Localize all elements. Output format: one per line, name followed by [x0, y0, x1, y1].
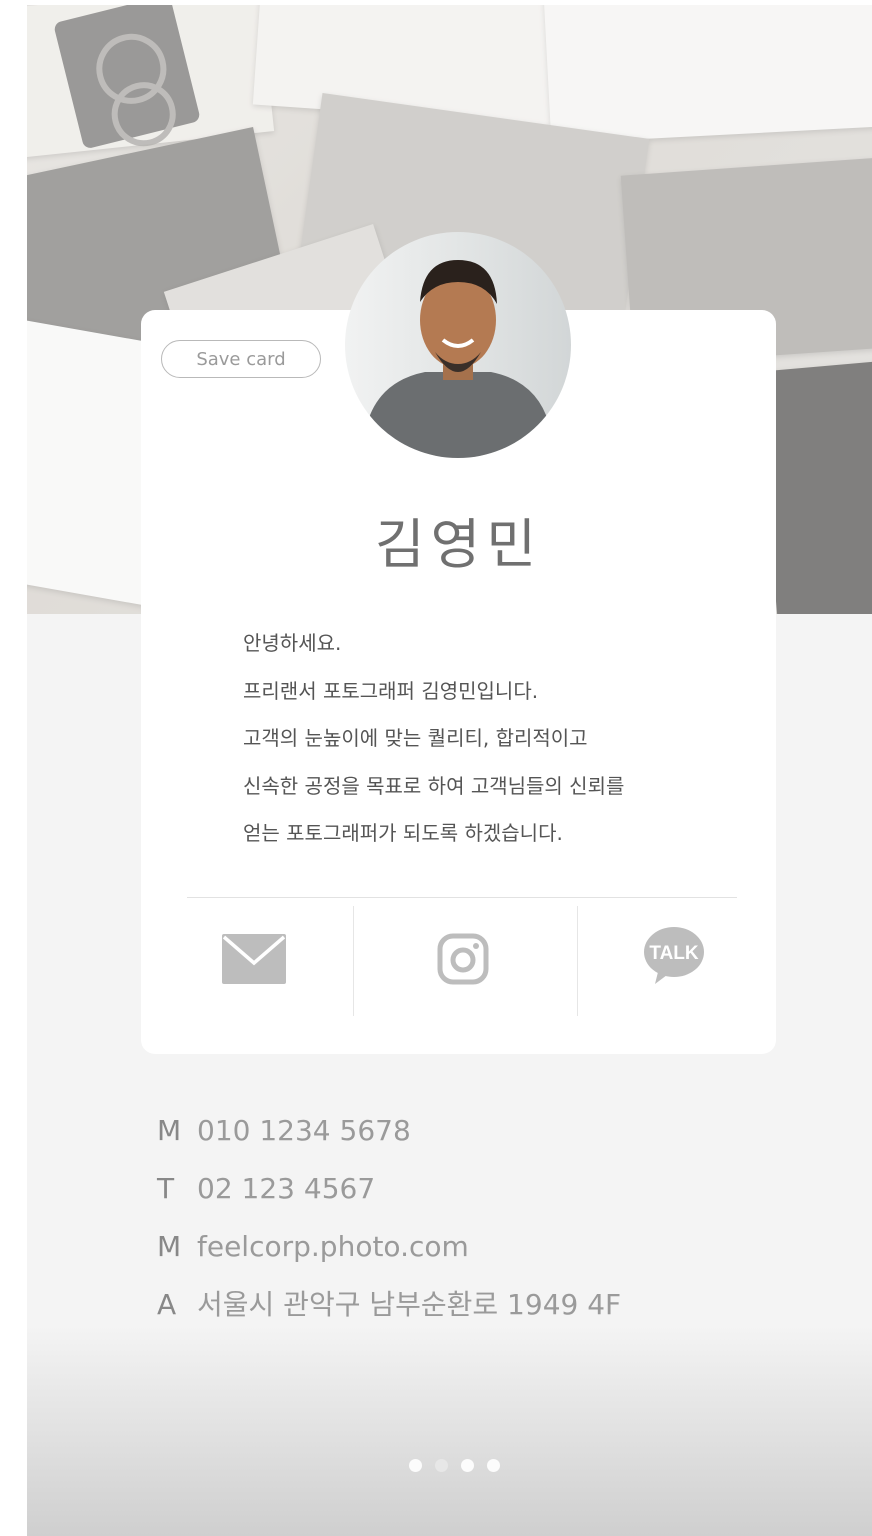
bio-line: 신속한 공정을 목표로 하여 고객님들의 신뢰를 — [243, 773, 625, 798]
save-card-button[interactable]: Save card — [161, 340, 321, 378]
instagram-icon — [437, 933, 489, 985]
profile-card: Save card 김영민 안녕하세요. 프리랜서 포토그래퍼 김영민입니다. … — [141, 232, 776, 1054]
contact-value: 서울시 관악구 남부순환로 1949 4F — [197, 1288, 622, 1321]
page-dot-active[interactable] — [435, 1459, 448, 1472]
action-divider — [577, 906, 578, 1016]
contact-value: 010 1234 5678 — [197, 1114, 411, 1147]
contact-telephone[interactable]: T 02 123 4567 — [157, 1169, 621, 1227]
bio-line: 안녕하세요. — [243, 631, 342, 655]
bio-line: 프리랜서 포토그래퍼 김영민입니다. — [243, 678, 539, 703]
kakaotalk-icon: TALK — [644, 927, 704, 984]
bio-line: 얻는 포토그래퍼가 되도록 하겠습니다. — [243, 821, 563, 845]
kakaotalk-button[interactable]: TALK — [643, 926, 705, 986]
contact-mobile[interactable]: M 010 1234 5678 — [157, 1111, 621, 1169]
contact-key: M — [157, 1230, 182, 1263]
contact-key: M — [157, 1114, 182, 1147]
action-divider — [353, 906, 354, 1016]
kakaotalk-label: TALK — [649, 943, 699, 964]
business-card-screen: Save card 김영민 안녕하세요. 프리랜서 포토그래퍼 김영민입니다. … — [27, 5, 872, 1536]
contact-website[interactable]: Mfeelcorp.photo.com — [157, 1227, 621, 1285]
page-dot[interactable] — [409, 1459, 422, 1472]
contact-key: T — [157, 1172, 175, 1205]
avatar — [345, 232, 571, 458]
pagination-dots — [409, 1457, 513, 1476]
instagram-button[interactable] — [437, 933, 489, 985]
bio-line: 고객의 눈높이에 맞는 퀄리티, 합리적이고 — [243, 726, 588, 750]
mail-icon — [222, 934, 286, 984]
contact-key: A — [157, 1288, 177, 1321]
contact-value: 02 123 4567 — [197, 1172, 376, 1205]
contact-value: feelcorp.photo.com — [197, 1230, 469, 1263]
contact-list: M 010 1234 5678 T 02 123 4567 Mfeelcorp.ph… — [157, 1111, 621, 1343]
profile-name: 김영민 — [374, 513, 543, 576]
profile-bio: 안녕하세요. 프리랜서 포토그래퍼 김영민입니다. 고객의 눈높이에 맞는 퀄리… — [243, 620, 713, 858]
page-dot[interactable] — [461, 1459, 474, 1472]
card-divider — [187, 897, 737, 898]
page-dot[interactable] — [487, 1459, 500, 1472]
mail-button[interactable] — [221, 933, 287, 985]
contact-address[interactable]: A 서울시 관악구 남부순환로 1949 4F — [157, 1285, 621, 1343]
